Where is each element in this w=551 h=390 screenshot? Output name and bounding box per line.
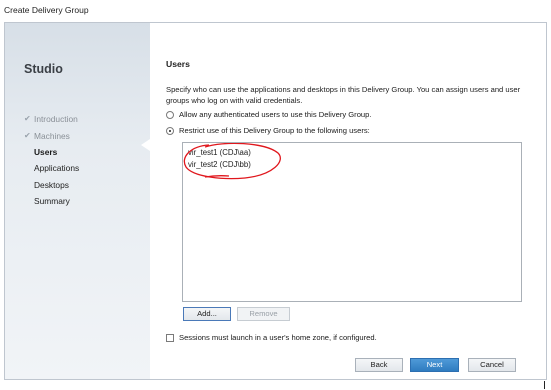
back-button[interactable]: Back [355, 358, 403, 372]
step-label: Machines [34, 130, 70, 141]
allow-any-users-radio[interactable] [166, 110, 174, 119]
wizard-sidebar: Studio ✔ Introduction ✔ Machines Users A… [5, 23, 150, 379]
home-zone-checkbox[interactable] [166, 333, 174, 342]
list-item[interactable]: vir_test1 (CDJ\aa) [188, 148, 251, 157]
window-title: Create Delivery Group [4, 5, 89, 15]
remove-users-button[interactable]: Remove [237, 307, 290, 321]
allow-any-users-label: Allow any authenticated users to use thi… [179, 110, 372, 119]
restrict-users-radio[interactable] [166, 126, 174, 135]
checkmark-icon: ✔ [24, 114, 31, 124]
wizard-window: Studio ✔ Introduction ✔ Machines Users A… [4, 22, 547, 380]
allow-any-users-option[interactable]: Allow any authenticated users to use thi… [166, 110, 371, 119]
current-step-pointer [141, 139, 150, 151]
cancel-button[interactable]: Cancel [468, 358, 516, 372]
step-label: Applications [34, 163, 80, 174]
add-users-button[interactable]: Add... [183, 307, 231, 321]
text-cursor [544, 381, 545, 389]
user-list[interactable]: vir_test1 (CDJ\aa) vir_test2 (CDJ\bb) [182, 142, 522, 302]
home-zone-label: Sessions must launch in a user's home zo… [179, 333, 377, 342]
step-machines[interactable]: ✔ Machines [24, 127, 144, 143]
list-item[interactable]: vir_test2 (CDJ\bb) [188, 160, 251, 169]
step-desktops[interactable]: Desktops [24, 177, 144, 193]
restrict-users-label: Restrict use of this Delivery Group to t… [179, 126, 370, 135]
users-panel: Users Specify who can use the applicatio… [150, 23, 546, 379]
step-label: Users [34, 146, 58, 157]
step-label: Summary [34, 196, 70, 207]
studio-label: Studio [24, 62, 63, 76]
checkmark-icon: ✔ [24, 130, 31, 140]
wizard-steps: ✔ Introduction ✔ Machines Users Applicat… [24, 111, 144, 209]
home-zone-option[interactable]: Sessions must launch in a user's home zo… [166, 333, 377, 342]
next-button[interactable]: Next [410, 358, 459, 372]
title-bar: Create Delivery Group [0, 0, 551, 20]
step-label: Introduction [34, 114, 78, 125]
step-applications[interactable]: Applications [24, 160, 144, 176]
step-label: Desktops [34, 179, 69, 190]
restrict-users-option[interactable]: Restrict use of this Delivery Group to t… [166, 126, 370, 135]
page-title: Users [166, 59, 190, 69]
step-users[interactable]: Users [24, 144, 144, 160]
page-description: Specify who can use the applications and… [166, 85, 521, 105]
step-summary[interactable]: Summary [24, 193, 144, 209]
step-introduction[interactable]: ✔ Introduction [24, 111, 144, 127]
